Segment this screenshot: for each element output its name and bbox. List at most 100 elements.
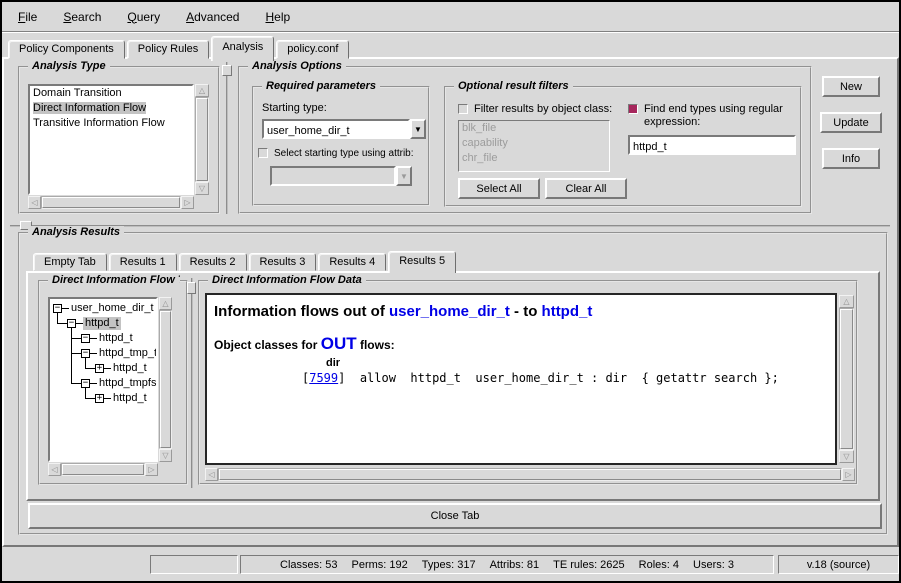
- app-window: File Search Query Advanced Help Policy Compo…: [0, 0, 901, 583]
- tree-node-httpd-t[interactable]: httpd_t: [83, 317, 121, 330]
- scroll-up-arrow-icon[interactable]: △: [839, 295, 854, 308]
- status-version: v.18 (source): [778, 555, 899, 574]
- list-item-domain-transition[interactable]: Domain Transition: [30, 86, 192, 101]
- tree-expand-icon[interactable]: +: [95, 364, 104, 373]
- analysis-type-listbox[interactable]: Domain TransitionDirect Information Flow…: [28, 84, 194, 195]
- results-tab-empty-tab[interactable]: Empty Tab: [33, 253, 107, 271]
- results-tab-results-4[interactable]: Results 4: [318, 253, 386, 271]
- attrib-checkbox-indicator[interactable]: [258, 148, 268, 158]
- starting-type-input[interactable]: [264, 123, 408, 139]
- tree-collapse-icon[interactable]: −: [81, 349, 90, 358]
- object-class-checkbox[interactable]: Filter results by object class:: [458, 103, 633, 116]
- tree-node-user-home-dir-t[interactable]: user_home_dir_t: [69, 302, 156, 315]
- scroll-thumb[interactable]: [840, 309, 853, 449]
- object-class-checkbox-label: Filter results by object class:: [474, 103, 612, 116]
- tab-policy-components[interactable]: Policy Components: [8, 40, 125, 59]
- menu-item-help[interactable]: Help: [261, 8, 294, 26]
- results-tab-results-3[interactable]: Results 3: [249, 253, 317, 271]
- rule-number-link[interactable]: 7599: [309, 371, 338, 385]
- scroll-left-arrow-icon[interactable]: ◁: [48, 463, 61, 476]
- scroll-left-arrow-icon[interactable]: ◁: [205, 468, 218, 481]
- tree-connector: [104, 368, 111, 369]
- update-button[interactable]: Update: [820, 112, 882, 133]
- stat-roles: Roles: 4: [639, 559, 679, 571]
- menu-item-search[interactable]: Search: [59, 8, 105, 26]
- tree-connector: [71, 353, 81, 354]
- tree-collapse-icon[interactable]: −: [53, 304, 62, 313]
- scroll-down-arrow-icon[interactable]: ▽: [159, 449, 172, 462]
- tree-expand-icon[interactable]: +: [95, 394, 104, 403]
- results-tab-results-5[interactable]: Results 5: [388, 251, 456, 273]
- analysis-type-scrollbar-vertical[interactable]: △▽: [195, 84, 209, 195]
- tree-node-httpd-tmp-t[interactable]: httpd_tmp_t: [97, 347, 156, 360]
- tree-node-httpd-t[interactable]: httpd_t: [111, 392, 149, 405]
- tree-collapse-icon[interactable]: −: [67, 319, 76, 328]
- flow-tree-scrollbar-horizontal[interactable]: ◁▷: [48, 463, 158, 476]
- sash-vertical-tree[interactable]: [191, 278, 193, 488]
- attrib-checkbox[interactable]: Select starting type using attrib:: [258, 147, 426, 160]
- regex-checkbox-indicator[interactable]: [628, 104, 638, 114]
- list-item-label: Transitive Information Flow: [33, 117, 165, 129]
- scroll-trough[interactable]: [41, 196, 181, 209]
- flow-data-scrollbar-vertical[interactable]: △▽: [839, 295, 854, 463]
- scroll-up-arrow-icon[interactable]: △: [159, 297, 172, 310]
- menu-item-query[interactable]: Query: [123, 8, 164, 26]
- scroll-up-arrow-icon[interactable]: △: [195, 84, 209, 97]
- regex-entry[interactable]: [628, 135, 796, 155]
- sash-vertical-options[interactable]: [226, 62, 228, 214]
- list-item-transitive-information-flow[interactable]: Transitive Information Flow: [30, 116, 192, 131]
- scroll-trough[interactable]: [61, 463, 145, 476]
- sash-horizontal-results[interactable]: [10, 225, 890, 227]
- scroll-trough[interactable]: [195, 97, 209, 182]
- scroll-thumb[interactable]: [42, 197, 180, 208]
- object-class-checkbox-indicator[interactable]: [458, 104, 468, 114]
- tree-node-httpd-t[interactable]: httpd_t: [97, 332, 135, 345]
- clear-all-button[interactable]: Clear All: [545, 178, 627, 199]
- tab-analysis[interactable]: Analysis: [211, 36, 274, 61]
- scroll-thumb[interactable]: [219, 469, 841, 480]
- close-tab-button[interactable]: Close Tab: [28, 503, 882, 529]
- tree-collapse-icon[interactable]: −: [81, 334, 90, 343]
- flow-data-text[interactable]: Information flows out of user_home_dir_t…: [205, 293, 837, 465]
- tree-node-httpd-t[interactable]: httpd_t: [111, 362, 149, 375]
- results-tab-results-2[interactable]: Results 2: [179, 253, 247, 271]
- starting-type-dropdown-arrow-icon[interactable]: ▼: [410, 119, 426, 139]
- tree-connector: [71, 338, 81, 339]
- menu-item-advanced[interactable]: Advanced: [182, 8, 243, 26]
- results-tab-results-1[interactable]: Results 1: [109, 253, 177, 271]
- scroll-right-arrow-icon[interactable]: ▷: [145, 463, 158, 476]
- flow-tree[interactable]: −user_home_dir_t−httpd_t−httpd_t−httpd_t…: [48, 297, 158, 462]
- sash-handle-tree[interactable]: [187, 282, 196, 294]
- starting-type-combobox[interactable]: ▼: [262, 119, 426, 139]
- list-item-direct-information-flow[interactable]: Direct Information Flow: [30, 101, 192, 116]
- scroll-down-arrow-icon[interactable]: ▽: [195, 182, 209, 195]
- regex-input[interactable]: [630, 139, 794, 155]
- flow-data-scrollbar-horizontal[interactable]: ◁▷: [205, 468, 855, 481]
- scroll-thumb[interactable]: [62, 464, 144, 475]
- scroll-trough[interactable]: [839, 308, 854, 450]
- analysis-type-scrollbar-horizontal[interactable]: ◁▷: [28, 196, 194, 209]
- scroll-right-arrow-icon[interactable]: ▷: [842, 468, 855, 481]
- scroll-right-arrow-icon[interactable]: ▷: [181, 196, 194, 209]
- new-button[interactable]: New: [822, 76, 880, 97]
- tab-policy-rules[interactable]: Policy Rules: [127, 40, 210, 59]
- scroll-trough[interactable]: [159, 310, 172, 449]
- tree-collapse-icon[interactable]: −: [81, 379, 90, 388]
- sash-handle-options[interactable]: [222, 65, 232, 76]
- flow-data-title: Direct Information Flow Data: [208, 274, 366, 286]
- scroll-thumb[interactable]: [160, 311, 171, 448]
- scroll-trough[interactable]: [218, 468, 842, 481]
- starting-type-entry[interactable]: [262, 119, 410, 139]
- regex-checkbox[interactable]: Find end types using regular expression:: [628, 103, 800, 129]
- info-button[interactable]: Info: [822, 148, 880, 169]
- tab-policy-conf[interactable]: policy.conf: [276, 40, 349, 59]
- scroll-thumb[interactable]: [196, 98, 208, 181]
- menu-item-file[interactable]: File: [14, 8, 41, 26]
- flow-tree-scrollbar-vertical[interactable]: △▽: [159, 297, 172, 462]
- rule-line: [7599] allow httpd_t user_home_dir_t : d…: [302, 371, 828, 385]
- scroll-left-arrow-icon[interactable]: ◁: [28, 196, 41, 209]
- scroll-down-arrow-icon[interactable]: ▽: [839, 450, 854, 463]
- status-field-empty: [150, 555, 238, 574]
- tree-node-httpd-tmpfs-t[interactable]: httpd_tmpfs_t: [97, 377, 156, 390]
- select-all-button[interactable]: Select All: [458, 178, 540, 199]
